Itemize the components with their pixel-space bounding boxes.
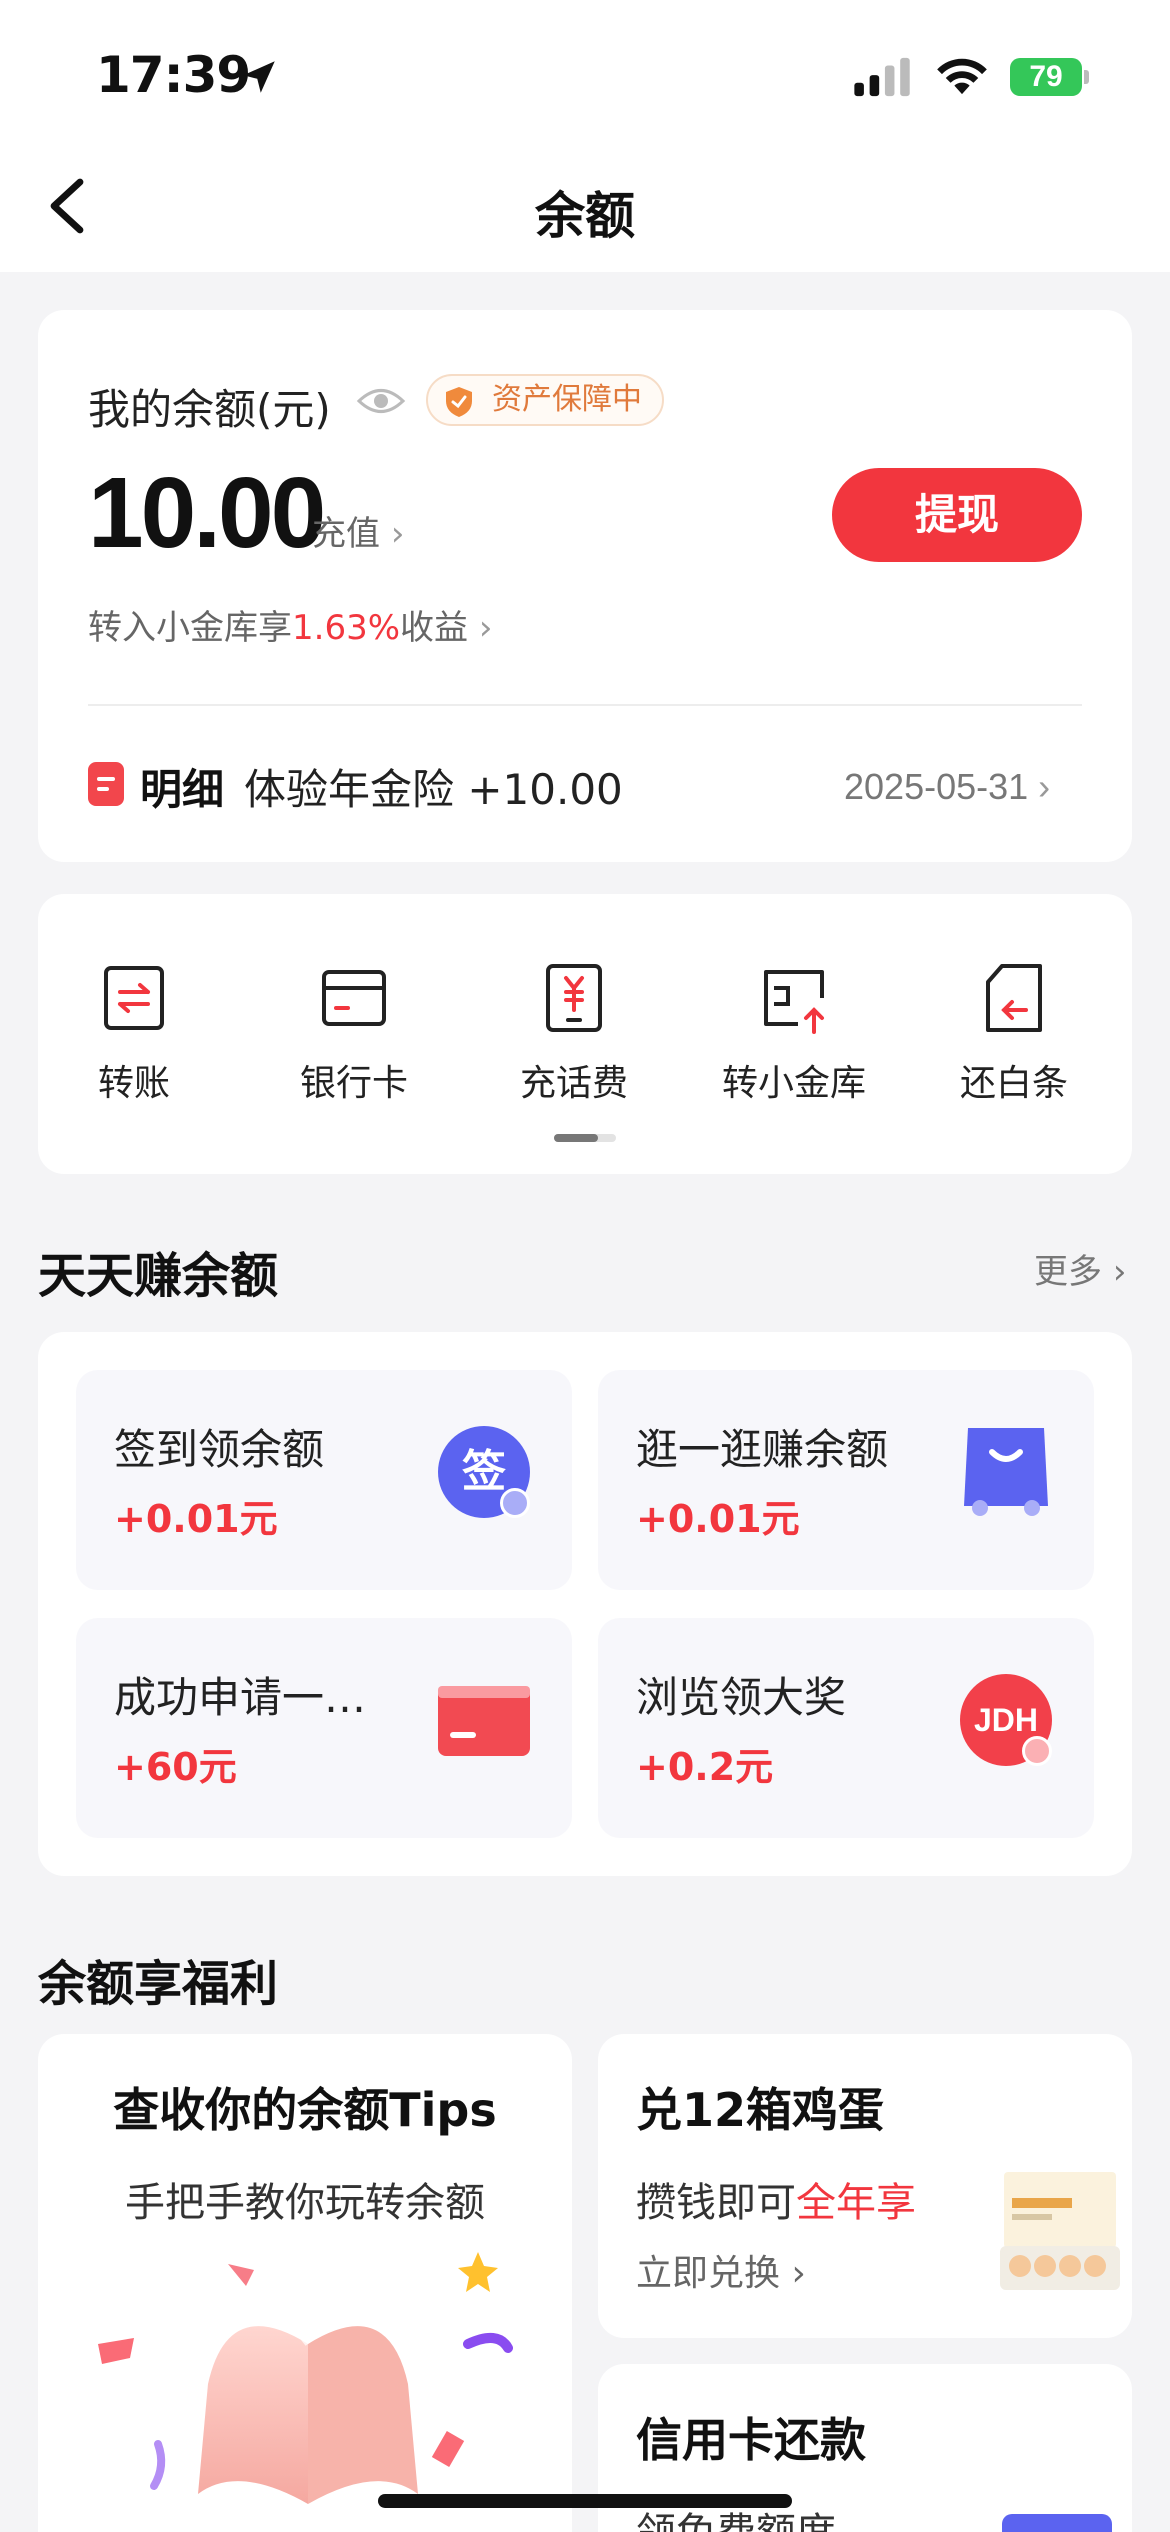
action-repay[interactable]: 还白条 [924,962,1104,1106]
eggs-title: 兑12箱鸡蛋 [636,2083,885,2137]
redeem-link[interactable]: 立即兑换 › [636,2244,806,2296]
battery-icon: 79 [1010,56,1090,98]
quick-actions-card: 转账 银行卡 充话费 转小金库 还白条 [38,894,1132,1174]
phone-recharge-icon [546,964,602,1032]
tile-name: 逛一逛赚余额 [636,1425,889,1474]
open-book-illustration-icon [98,2252,513,2504]
tips-card[interactable]: 查收你的余额Tips 手把手教你玩转余额 [38,2034,572,2532]
topup-label: 充值 [312,514,380,554]
transaction-date: 2025-05-31 [844,766,1029,807]
page-title: 余额 [535,187,635,245]
action-bank-card[interactable]: 银行卡 [264,962,444,1106]
tile-reward: +0.01元 [114,1497,278,1541]
eggs-card[interactable]: 兑12箱鸡蛋 攒钱即可全年享 立即兑换 › [598,2034,1132,2338]
topup-link[interactable]: 充值 › [312,506,404,555]
battery-level: 79 [1029,60,1063,93]
more-label: 更多 [1034,1252,1102,1292]
withdraw-button[interactable]: 提现 [832,468,1082,562]
yield-prefix: 转入小金库享 [88,608,292,648]
sign-in-icon: 签 [434,1422,534,1522]
shopping-bag-icon [964,1428,1048,1516]
action-vault[interactable]: 转小金库 [704,962,884,1106]
action-label: 转小金库 [721,1063,866,1104]
yield-suffix: 收益 [400,608,469,648]
card-product-icon [1002,2514,1112,2532]
tile-name: 浏览领大奖 [636,1673,847,1722]
earn-card: 签到领余额 +0.01元 签 逛一逛赚余额 +0.01元 成功申请一… +60元… [38,1332,1132,1876]
earn-tile-browse[interactable]: 逛一逛赚余额 +0.01元 [598,1370,1094,1590]
cellular-signal-icon [854,57,910,97]
repay-icon [986,964,1042,1032]
action-label: 还白条 [959,1063,1068,1104]
earn-tile-sign-in[interactable]: 签到领余额 +0.01元 签 [76,1370,572,1590]
chevron-right-icon: › [1038,766,1051,807]
earn-tile-prize[interactable]: 浏览领大奖 +0.2元 JDH [598,1618,1094,1838]
tile-reward: +60元 [114,1745,237,1789]
action-transfer[interactable]: 转账 [44,962,224,1106]
chevron-right-icon: › [390,514,405,554]
balance-label: 我的余额(元) [88,385,331,434]
earn-tile-card-apply[interactable]: 成功申请一… +60元 [76,1618,572,1838]
eye-toggle-icon[interactable] [356,376,406,426]
tile-name: 签到领余额 [114,1425,325,1474]
action-label: 银行卡 [299,1063,408,1104]
tile-reward: +0.01元 [636,1497,800,1541]
chevron-right-icon: › [1112,1252,1127,1292]
page-indicator-active [554,1134,598,1142]
yield-rate: 1.63% [292,608,401,648]
eggs-sub-highlight: 全年享 [796,2180,916,2226]
more-link[interactable]: 更多 › [1034,1244,1126,1293]
jdh-logo-icon: JDH [956,1670,1056,1770]
credit-title: 信用卡还款 [636,2413,866,2467]
balance-amount: 10.00 [88,457,326,569]
egg-box-product-icon [1000,2172,1120,2290]
location-arrow-icon [243,61,275,93]
shield-icon [446,387,472,417]
wifi-icon [937,58,987,95]
redeem-label: 立即兑换 [636,2253,781,2294]
latest-transaction[interactable]: 体验年金险 +10.00 [244,756,623,817]
chevron-right-icon: › [478,608,493,648]
eggs-subtitle: 攒钱即可全年享 [636,2170,916,2228]
earn-section-title: 天天赚余额 [38,1248,279,1304]
credit-card-icon [438,1686,530,1756]
detail-title[interactable]: 明细 [140,756,224,817]
balance-card: 我的余额(元) 资产保障中 10.00 充值 › 提现 转入小金库享1.63%收… [38,310,1132,862]
tile-name: 成功申请一… [114,1673,367,1722]
chevron-right-icon: › [791,2253,806,2294]
action-label: 转账 [97,1063,170,1104]
tips-subtitle: 手把手教你玩转余额 [125,2180,485,2226]
tile-reward: +0.2元 [636,1745,774,1789]
home-indicator[interactable] [378,2494,792,2508]
divider [88,704,1082,706]
transfer-icon [104,966,164,1030]
action-label: 充话费 [519,1063,628,1104]
benefits-section-title: 余额享福利 [38,1956,279,2012]
transaction-date-link[interactable]: 2025-05-31 › [844,766,1050,808]
detail-list-icon [88,762,124,806]
status-time: 17:39 [96,46,251,104]
vault-yield-link[interactable]: 转入小金库享1.63%收益 › [88,600,492,649]
bank-card-icon [322,970,386,1026]
eggs-sub-prefix: 攒钱即可 [636,2180,796,2226]
tips-title: 查收你的余额Tips [113,2083,497,2137]
action-phone-recharge[interactable]: 充话费 [484,962,664,1106]
vault-icon [764,970,824,1034]
